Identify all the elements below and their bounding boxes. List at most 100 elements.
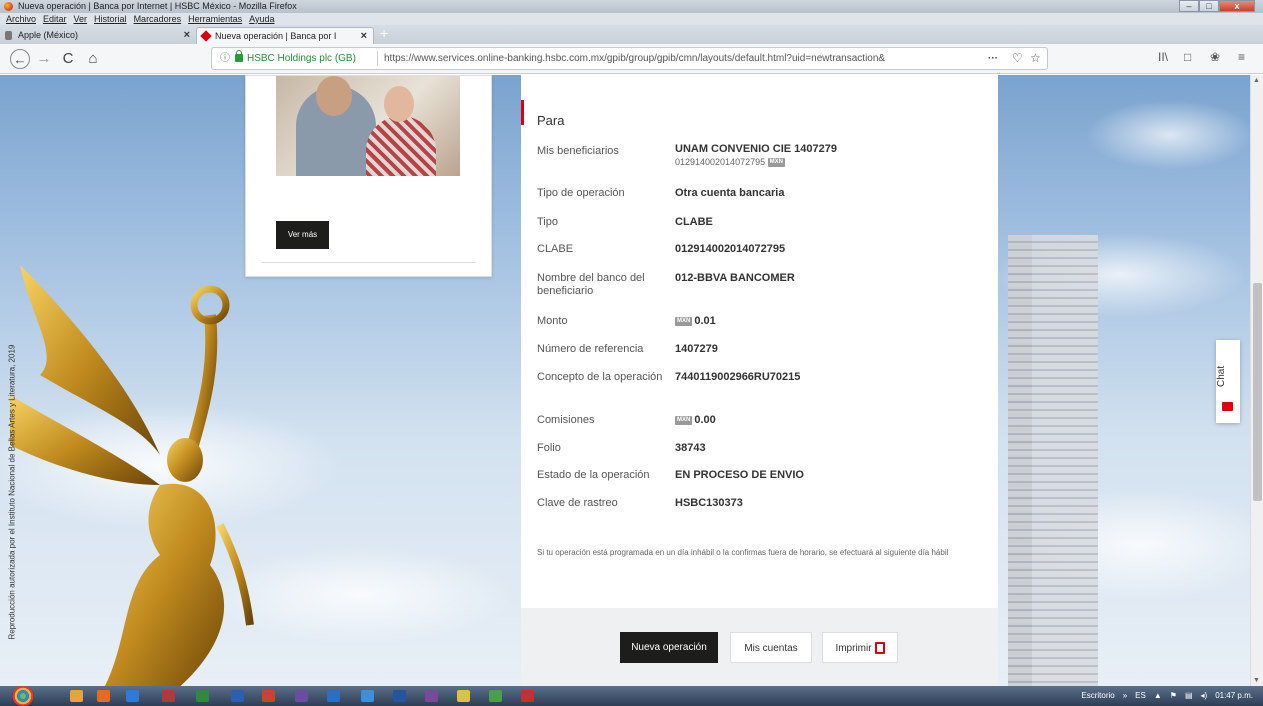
chat-label: Chat <box>1216 365 1227 387</box>
value-beneficiarios: UNAM CONVENIO CIE 1407279 <box>675 143 837 155</box>
pocket-icon[interactable]: ♡ <box>1012 48 1023 69</box>
library-icon[interactable]: II\ <box>1158 50 1168 64</box>
media-player-icon[interactable] <box>70 690 83 702</box>
nueva-operacion-button[interactable]: Nueva operación <box>620 632 718 663</box>
network-icon[interactable]: ▤ <box>1185 686 1193 706</box>
label-concepto: Concepto de la operación <box>537 371 663 383</box>
word-icon[interactable] <box>231 690 244 702</box>
value-referencia: 1407279 <box>675 343 718 355</box>
desktop-toolbar[interactable]: Escritorio <box>1081 686 1114 706</box>
value-monto: MXN 0.01 <box>675 315 716 328</box>
sidebar-icon[interactable]: □ <box>1184 50 1191 64</box>
access-icon[interactable] <box>162 690 175 702</box>
onenote-icon[interactable] <box>425 690 438 702</box>
volume-icon[interactable]: ◂) <box>1201 686 1208 706</box>
start-button[interactable] <box>12 686 34 706</box>
tab-bar: Apple (México) × Nueva operación | Banca… <box>0 25 1263 44</box>
label-comisiones: Comisiones <box>537 414 595 426</box>
home-button[interactable]: ⌂ <box>83 49 103 69</box>
publisher-icon[interactable] <box>295 690 308 702</box>
site-identity[interactable]: HSBC Holdings plc (GB) <box>247 48 356 69</box>
powerpoint-icon[interactable] <box>262 690 275 702</box>
language-indicator[interactable]: ES <box>1135 686 1146 706</box>
excel-icon[interactable] <box>196 690 209 702</box>
promo-photo <box>276 76 460 176</box>
tab-label: Nueva operación | Banca por I <box>215 31 337 41</box>
firefox-taskbar-icon[interactable] <box>97 690 110 702</box>
close-window-button[interactable]: x <box>1219 0 1255 12</box>
menu-herramientas[interactable]: Herramientas <box>188 13 242 25</box>
chat-tab[interactable]: Chat <box>1216 340 1240 423</box>
currency-badge: MXN <box>767 158 785 168</box>
url-text[interactable]: https://www.services.online-banking.hsbc… <box>384 48 964 69</box>
scroll-down-icon[interactable]: ▼ <box>1253 677 1260 684</box>
account-icon[interactable]: ❀ <box>1210 50 1220 64</box>
menu-ver[interactable]: Ver <box>74 13 88 25</box>
ie-icon[interactable] <box>126 690 139 702</box>
scroll-up-icon[interactable]: ▲ <box>1253 77 1260 84</box>
value-banco: 012-BBVA BANCOMER <box>675 272 795 284</box>
label-banco: Nombre del banco del beneficiario <box>537 272 645 297</box>
angel-statue-image <box>10 265 254 686</box>
monto-amount: 0.01 <box>694 315 716 327</box>
bookmark-star-icon[interactable]: ☆ <box>1030 48 1041 69</box>
photo-credit: Reproducción autorizada por el Instituto… <box>7 344 17 640</box>
new-tab-button[interactable]: + <box>380 25 388 42</box>
vertical-scrollbar[interactable]: ▲ ▼ <box>1250 75 1263 686</box>
explorer-icon[interactable] <box>457 690 470 702</box>
reload-button[interactable]: C <box>58 49 78 69</box>
flag-icon[interactable]: ⚑ <box>1170 686 1177 706</box>
back-button[interactable]: ← <box>10 49 30 69</box>
windows-taskbar: Escritorio » ES ▲ ⚑ ▤ ◂) 01:47 p.m. <box>0 686 1263 706</box>
scroll-thumb[interactable] <box>1253 283 1262 501</box>
app-icon[interactable] <box>489 690 502 702</box>
tray-chevron-icon[interactable]: » <box>1123 686 1127 706</box>
imprimir-button[interactable]: Imprimir <box>822 632 898 663</box>
mis-cuentas-button[interactable]: Mis cuentas <box>730 632 812 663</box>
url-separator <box>377 51 378 66</box>
page-actions-icon[interactable]: ··· <box>988 48 998 69</box>
outlook-icon[interactable] <box>327 690 340 702</box>
filezilla-icon[interactable] <box>521 690 534 702</box>
value-tipo-operacion: Otra cuenta bancaria <box>675 187 785 199</box>
visio-icon[interactable] <box>393 690 406 702</box>
child-head <box>384 86 414 122</box>
imprimir-label: Imprimir <box>835 643 872 654</box>
value-tipo: CLABE <box>675 216 713 228</box>
info-icon[interactable]: ⓘ <box>220 48 230 69</box>
menu-editar[interactable]: Editar <box>43 13 67 25</box>
label-tipo-operacion: Tipo de operación <box>537 187 625 199</box>
tab-apple[interactable]: Apple (México) × <box>0 27 196 44</box>
chat-bubble-icon <box>1222 402 1233 411</box>
menu-ayuda[interactable]: Ayuda <box>249 13 274 25</box>
menu-marcadores[interactable]: Marcadores <box>134 13 182 25</box>
tray-up-icon[interactable]: ▲ <box>1154 686 1162 706</box>
minimize-button[interactable]: – <box>1179 0 1199 12</box>
section-title: Para <box>537 113 565 128</box>
pdf-icon <box>874 642 885 655</box>
ver-mas-button[interactable]: Ver más <box>276 221 329 249</box>
tab-close-icon[interactable]: × <box>184 27 190 44</box>
tab-close-icon[interactable]: × <box>361 28 367 45</box>
lock-icon[interactable] <box>235 50 243 62</box>
forward-button[interactable]: → <box>34 49 54 69</box>
skype-icon[interactable] <box>361 690 374 702</box>
tab-hsbc[interactable]: Nueva operación | Banca por I × <box>196 27 374 44</box>
apple-icon <box>5 31 12 40</box>
system-tray: Escritorio » ES ▲ ⚑ ▤ ◂) 01:47 p.m. <box>1081 686 1253 706</box>
currency-badge: MXN <box>675 316 693 326</box>
firefox-icon <box>4 2 13 11</box>
label-monto: Monto <box>537 315 568 327</box>
beneficiary-account-number: 012914002014072795 <box>675 157 766 167</box>
url-bar[interactable]: ⓘ HSBC Holdings plc (GB) https://www.ser… <box>211 47 1048 70</box>
man-head <box>316 76 352 116</box>
menu-historial[interactable]: Historial <box>94 13 127 25</box>
clock[interactable]: 01:47 p.m. <box>1215 686 1253 706</box>
label-clabe: CLABE <box>537 243 574 255</box>
hamburger-menu-icon[interactable]: ≡ <box>1238 50 1245 64</box>
label-estado: Estado de la operación <box>537 469 650 481</box>
maximize-button[interactable]: □ <box>1199 0 1219 12</box>
menu-archivo[interactable]: Archivo <box>6 13 36 25</box>
tab-label: Apple (México) <box>18 30 79 40</box>
promo-card: Ver más <box>245 75 492 277</box>
